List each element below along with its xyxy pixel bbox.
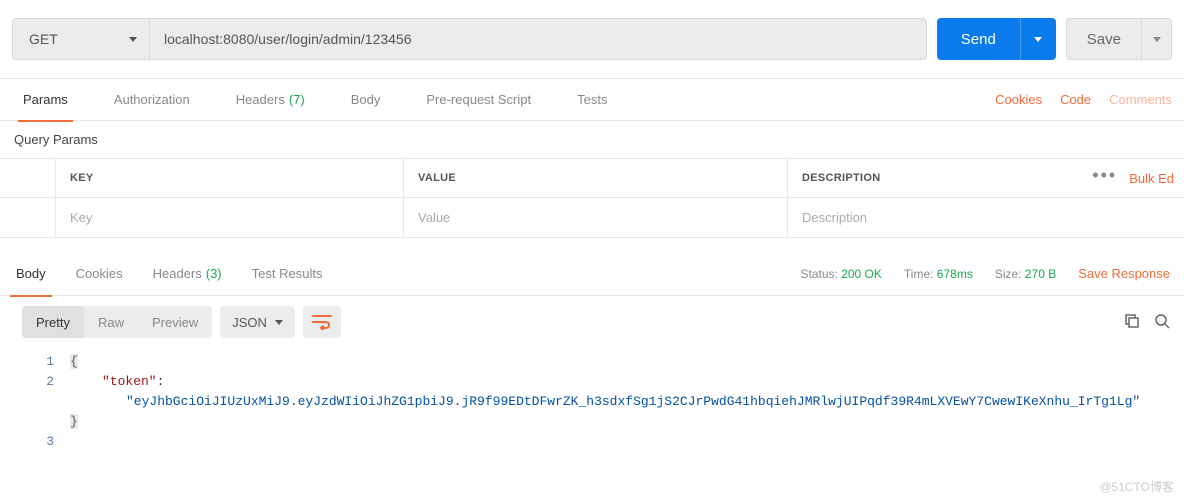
tab-prerequest[interactable]: Pre-request Script [421,79,536,121]
status-value: 200 OK [841,267,882,281]
save-button[interactable]: Save [1066,18,1142,60]
save-response-link[interactable]: Save Response [1078,266,1170,281]
size-value: 270 B [1025,267,1056,281]
resp-tab-cookies[interactable]: Cookies [70,252,129,296]
view-raw[interactable]: Raw [84,306,138,338]
request-side-links: Cookies Code Comments [995,92,1172,107]
code-content[interactable]: { "token": "eyJhbGciOiJIUzUxMiJ9.eyJzdWI… [70,352,1184,452]
time-block: Time: 678ms [904,267,973,281]
tab-headers[interactable]: Headers (7) [231,79,310,121]
resp-tab-body[interactable]: Body [10,252,52,296]
method-value: GET [29,31,58,47]
copy-icon[interactable] [1124,313,1140,332]
params-row [0,198,1184,238]
wrap-icon [312,314,332,330]
view-mode-group: Pretty Raw Preview [22,306,212,338]
resp-headers-count: (3) [206,266,222,281]
query-params-title: Query Params [0,121,1184,158]
tab-authorization[interactable]: Authorization [109,79,195,121]
method-select[interactable]: GET [12,18,150,60]
chevron-down-icon [1034,37,1042,42]
bulk-edit-link[interactable]: Bulk Ed [1129,171,1174,186]
tab-params[interactable]: Params [18,79,73,121]
size-block: Size: 270 B [995,267,1056,281]
description-input[interactable] [802,198,1050,237]
search-icon[interactable] [1154,313,1170,332]
resp-tab-test-results[interactable]: Test Results [246,252,329,296]
response-tabs: Body Cookies Headers (3) Test Results St… [0,252,1184,296]
view-preview[interactable]: Preview [138,306,212,338]
status-block: Status: 200 OK [800,267,881,281]
response-meta: Status: 200 OK Time: 678ms Size: 270 B S… [800,266,1170,281]
request-tabs: Params Authorization Headers (7) Body Pr… [0,79,1184,121]
more-options-icon[interactable]: ••• [1092,170,1117,180]
time-value: 678ms [937,267,973,281]
col-header-value: VALUE [404,159,788,197]
save-dropdown[interactable] [1142,18,1172,60]
watermark: @51CTO博客 [1099,478,1174,495]
format-select[interactable]: JSON [220,306,295,338]
key-input[interactable] [70,198,389,237]
chevron-down-icon [275,320,283,325]
chevron-down-icon [129,37,137,42]
link-cookies[interactable]: Cookies [995,92,1042,107]
params-table-header: KEY VALUE DESCRIPTION ••• Bulk Ed [0,158,1184,198]
headers-count: (7) [289,92,305,107]
col-header-key: KEY [56,159,404,197]
send-button-group: Send [937,18,1056,60]
request-bar: GET Send Save [0,0,1184,79]
resp-tab-headers[interactable]: Headers (3) [147,252,228,296]
url-input[interactable] [150,18,927,60]
chevron-down-icon [1153,37,1161,42]
response-view-bar: Pretty Raw Preview JSON [0,296,1184,348]
save-button-group: Save [1066,18,1172,60]
link-comments[interactable]: Comments [1109,92,1172,107]
tab-body[interactable]: Body [346,79,386,121]
wrap-lines-button[interactable] [303,306,341,338]
send-dropdown[interactable] [1020,18,1056,60]
col-header-description: DESCRIPTION [788,159,1064,197]
value-input[interactable] [418,198,773,237]
link-code[interactable]: Code [1060,92,1091,107]
send-button[interactable]: Send [937,18,1020,60]
view-pretty[interactable]: Pretty [22,306,84,338]
line-gutter: 1 2 3 [0,352,70,452]
response-body: 1 2 3 { "token": "eyJhbGciOiJIUzUxMiJ9.e… [0,348,1184,462]
params-table: KEY VALUE DESCRIPTION ••• Bulk Ed [0,158,1184,238]
tab-tests[interactable]: Tests [572,79,612,121]
